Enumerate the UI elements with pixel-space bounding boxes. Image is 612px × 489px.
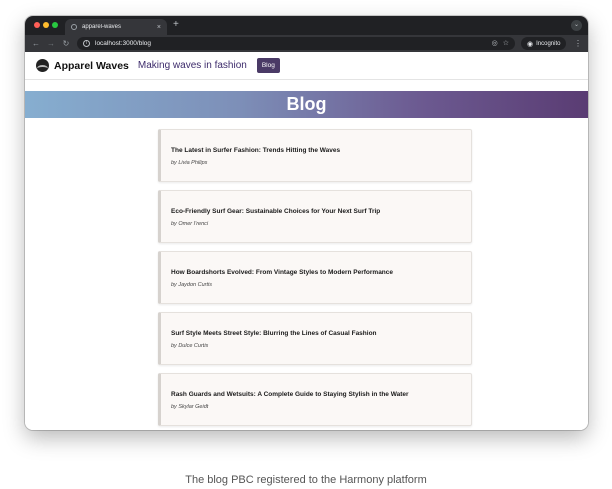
post-card[interactable]: Rash Guards and Wetsuits: A Complete Gui… xyxy=(158,373,472,426)
post-title[interactable]: Eco-Friendly Surf Gear: Sustainable Choi… xyxy=(171,208,380,215)
site-header: Apparel Waves Making waves in fashion Bl… xyxy=(25,52,588,80)
blog-hero-banner: Blog xyxy=(25,91,588,118)
post-list: The Latest in Surfer Fashion: Trends Hit… xyxy=(158,129,472,430)
browser-tab[interactable]: apparel-waves × xyxy=(65,19,167,35)
close-tab-icon[interactable]: × xyxy=(157,24,161,31)
new-tab-button[interactable]: + xyxy=(173,19,179,31)
post-title[interactable]: Rash Guards and Wetsuits: A Complete Gui… xyxy=(171,391,409,398)
post-author: by Dulce Curtis xyxy=(171,343,209,349)
maximize-window-button[interactable] xyxy=(52,22,58,28)
globe-icon xyxy=(71,24,77,30)
star-icon[interactable]: ☆ xyxy=(503,40,509,47)
menu-icon[interactable]: ⋮ xyxy=(574,38,582,49)
tab-strip: apparel-waves × + ⌄ xyxy=(25,16,588,35)
post-author: by Skylar Geidt xyxy=(171,404,209,410)
eye-off-icon[interactable]: ◎ xyxy=(492,40,498,47)
tab-search-icon[interactable]: ⌄ xyxy=(571,20,582,31)
page-title: Blog xyxy=(286,94,327,114)
figure-caption: The blog PBC registered to the Harmony p… xyxy=(185,474,427,486)
url-text[interactable]: localhost:3000/blog xyxy=(95,40,487,47)
brand-name[interactable]: Apparel Waves xyxy=(54,60,129,72)
post-card[interactable]: Surf Style Meets Street Style: Blurring … xyxy=(158,312,472,365)
incognito-icon: ◉ xyxy=(527,40,534,48)
brand-logo-icon[interactable] xyxy=(36,59,49,72)
post-title[interactable]: How Boardshorts Evolved: From Vintage St… xyxy=(171,269,393,276)
address-bar[interactable]: i localhost:3000/blog ◎ ☆ xyxy=(77,37,515,50)
web-page: Apparel Waves Making waves in fashion Bl… xyxy=(25,52,588,430)
post-title[interactable]: The Latest in Surfer Fashion: Trends Hit… xyxy=(171,147,340,154)
post-author: by Jaydon Curtis xyxy=(171,282,212,288)
forward-arrow-icon[interactable]: → xyxy=(46,38,56,49)
browser-window: apparel-waves × + ⌄ ← → ↻ i localhost:30… xyxy=(25,16,588,430)
post-card[interactable]: The Latest in Surfer Fashion: Trends Hit… xyxy=(158,129,472,182)
post-title[interactable]: Surf Style Meets Street Style: Blurring … xyxy=(171,330,377,337)
back-arrow-icon[interactable]: ← xyxy=(31,38,41,49)
incognito-label: Incognito xyxy=(536,40,561,47)
screenshot-stage: apparel-waves × + ⌄ ← → ↻ i localhost:30… xyxy=(0,0,612,489)
tab-title: apparel-waves xyxy=(82,24,122,30)
site-tagline: Making waves in fashion xyxy=(137,60,247,71)
post-card[interactable]: Eco-Friendly Surf Gear: Sustainable Choi… xyxy=(158,190,472,243)
post-author: by Livia Philips xyxy=(171,160,208,166)
incognito-indicator[interactable]: ◉ Incognito xyxy=(521,37,567,50)
reload-icon[interactable]: ↻ xyxy=(61,38,71,49)
site-info-icon[interactable]: i xyxy=(83,40,90,47)
post-card[interactable]: How Boardshorts Evolved: From Vintage St… xyxy=(158,251,472,304)
post-author: by Omer I'renci xyxy=(171,221,209,227)
nav-blog-link[interactable]: Blog xyxy=(256,58,280,73)
browser-toolbar: ← → ↻ i localhost:3000/blog ◎ ☆ ◉ Incogn… xyxy=(25,35,588,52)
close-window-button[interactable] xyxy=(34,22,40,28)
minimize-window-button[interactable] xyxy=(43,22,49,28)
